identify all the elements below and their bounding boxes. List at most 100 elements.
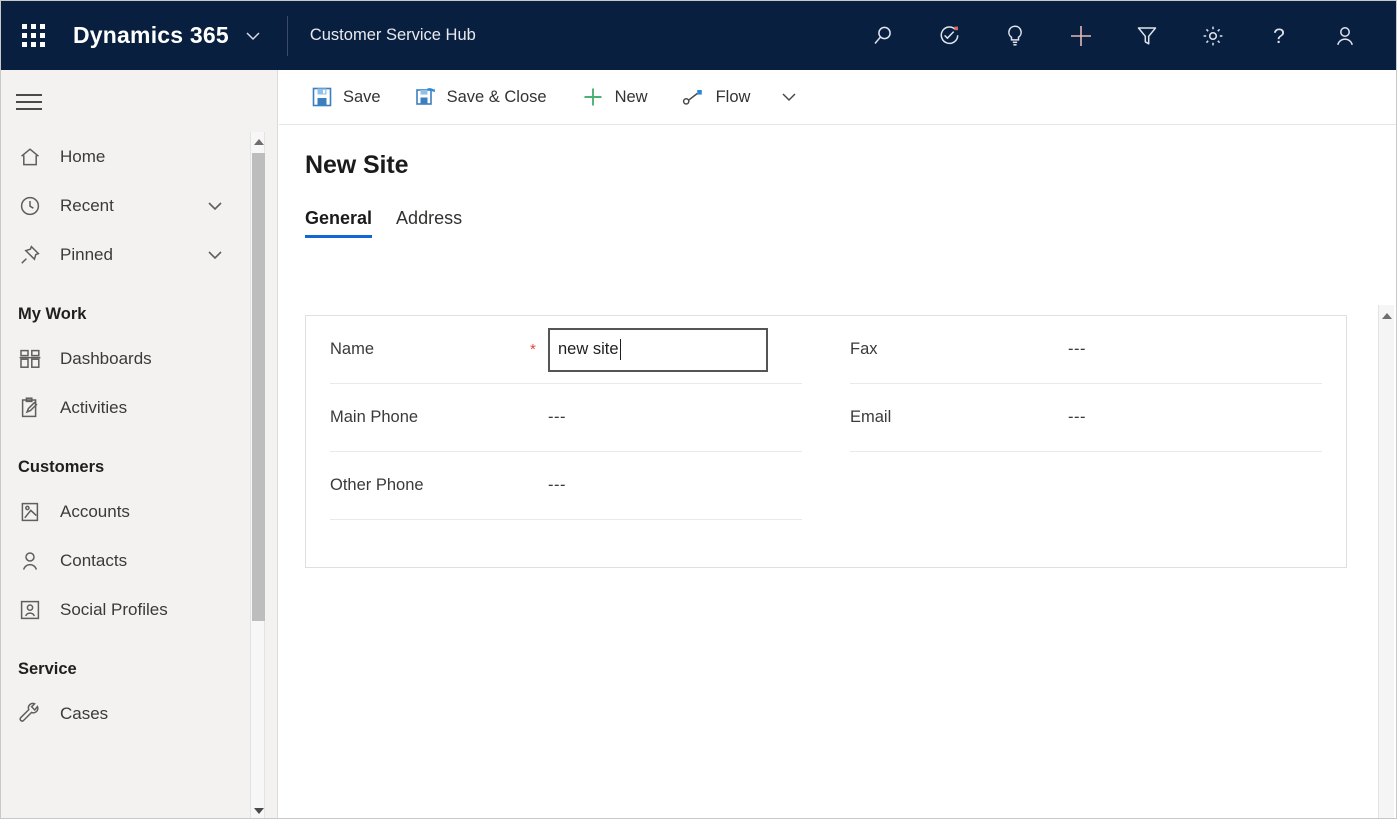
sidebar: Home Recent PinnedMy Work Dashboards Activit… bbox=[1, 70, 278, 819]
tab-address[interactable]: Address bbox=[396, 208, 462, 238]
flow-icon bbox=[682, 86, 706, 108]
pin-icon bbox=[18, 243, 48, 267]
form-area: New Site General Address Name* new site Mai… bbox=[279, 125, 1397, 819]
dynamics-365-window: Dynamics 365 Customer Service Hub bbox=[0, 0, 1397, 819]
field-label: Name bbox=[330, 340, 530, 359]
form-column-left: Name* new site Main Phone --- Other Phone --- bbox=[306, 316, 826, 567]
field-input-value: new site bbox=[558, 340, 619, 359]
plus-icon bbox=[1066, 21, 1096, 51]
help-icon-button[interactable]: ? bbox=[1246, 1, 1312, 70]
save-icon bbox=[311, 86, 333, 108]
settings-gear-icon-button[interactable] bbox=[1180, 1, 1246, 70]
sidebar-item-label: Recent bbox=[48, 196, 114, 216]
help-icon: ? bbox=[1266, 23, 1292, 49]
assistant-icon-button[interactable] bbox=[916, 1, 982, 70]
sidebar-group-customers: Customers bbox=[1, 432, 254, 487]
sidebar-group-service: Service bbox=[1, 634, 254, 689]
chevron-down-icon[interactable] bbox=[204, 244, 226, 266]
form-column-right: Fax --- Email --- bbox=[826, 316, 1346, 567]
command-overflow-chevron-down-icon[interactable] bbox=[772, 76, 806, 118]
triangle-up-icon bbox=[254, 139, 264, 145]
field-value[interactable]: --- bbox=[1068, 408, 1086, 427]
save-close-icon bbox=[415, 86, 437, 108]
sidebar-scroll-up-button[interactable] bbox=[251, 134, 266, 149]
form-field-name: Name* new site bbox=[330, 316, 802, 384]
sidebar-item-label: Cases bbox=[48, 704, 108, 724]
navbar-icon-group: ? bbox=[850, 1, 1397, 70]
field-input[interactable]: new site bbox=[548, 328, 768, 372]
sidebar-item-label: Activities bbox=[48, 398, 127, 418]
form-scroll-up-button[interactable] bbox=[1379, 308, 1395, 324]
app-name-label[interactable]: Customer Service Hub bbox=[310, 26, 476, 45]
sidebar-item-label: Home bbox=[48, 147, 105, 167]
lightbulb-icon-button[interactable] bbox=[982, 1, 1048, 70]
search-icon bbox=[870, 23, 896, 49]
sitemap-hamburger-button[interactable] bbox=[1, 74, 57, 130]
sidebar-item-contacts[interactable]: Contacts bbox=[1, 536, 254, 585]
dashboard-icon bbox=[18, 347, 48, 371]
gear-icon bbox=[1200, 23, 1226, 49]
lightbulb-icon bbox=[1002, 23, 1028, 49]
quick-create-plus-icon-button[interactable] bbox=[1048, 1, 1114, 70]
person-icon bbox=[18, 549, 48, 573]
page-title: New Site bbox=[279, 125, 1397, 180]
required-asterisk: * bbox=[530, 341, 548, 358]
brand-chevron-down-icon[interactable] bbox=[243, 26, 263, 46]
form-tab-list: General Address bbox=[279, 180, 1397, 238]
text-cursor bbox=[620, 339, 622, 360]
sidebar-item-social-profiles[interactable]: Social Profiles bbox=[1, 585, 254, 634]
field-value[interactable]: --- bbox=[548, 408, 566, 427]
sidebar-item-label: Dashboards bbox=[48, 349, 152, 369]
tab-general[interactable]: General bbox=[305, 208, 372, 238]
field-value[interactable]: --- bbox=[548, 476, 566, 495]
chevron-down-icon[interactable] bbox=[204, 195, 226, 217]
brand-title[interactable]: Dynamics 365 bbox=[65, 22, 229, 49]
field-label: Fax bbox=[850, 340, 1050, 359]
user-profile-icon-button[interactable] bbox=[1312, 1, 1378, 70]
sidebar-scrollbar[interactable] bbox=[250, 132, 265, 819]
wrench-icon bbox=[18, 702, 48, 726]
form-section-card: Name* new site Main Phone --- Other Phone ---… bbox=[305, 315, 1347, 568]
filter-icon-button[interactable] bbox=[1114, 1, 1180, 70]
form-scrollbar[interactable] bbox=[1378, 305, 1394, 819]
hamburger-icon bbox=[16, 89, 42, 114]
clock-icon bbox=[18, 194, 48, 218]
command-bar: Save Save & Close bbox=[279, 70, 1397, 125]
save-and-close-button[interactable]: Save & Close bbox=[403, 76, 559, 118]
plus-icon bbox=[581, 85, 605, 109]
field-label: Email bbox=[850, 408, 1050, 427]
sidebar-item-dashboards[interactable]: Dashboards bbox=[1, 334, 254, 383]
triangle-down-icon bbox=[254, 808, 264, 814]
new-label: New bbox=[615, 88, 648, 107]
new-button[interactable]: New bbox=[569, 76, 660, 118]
top-navbar: Dynamics 365 Customer Service Hub bbox=[1, 1, 1397, 70]
form-field-main-phone: Main Phone --- bbox=[330, 384, 802, 452]
field-label: Main Phone bbox=[330, 408, 530, 427]
sidebar-item-cases[interactable]: Cases bbox=[1, 689, 254, 738]
sidebar-scroll-thumb[interactable] bbox=[252, 153, 265, 621]
search-icon-button[interactable] bbox=[850, 1, 916, 70]
sidebar-item-pinned[interactable]: Pinned bbox=[1, 230, 254, 279]
sidebar-scroll-down-button[interactable] bbox=[251, 803, 266, 818]
sidebar-item-home[interactable]: Home bbox=[1, 132, 254, 181]
navbar-divider bbox=[287, 16, 288, 56]
sidebar-item-label: Contacts bbox=[48, 551, 127, 571]
save-label: Save bbox=[343, 88, 381, 107]
user-icon bbox=[1332, 23, 1358, 49]
waffle-grid-icon bbox=[22, 24, 45, 47]
flow-button[interactable]: Flow bbox=[670, 76, 763, 118]
sidebar-nav-list: Home Recent PinnedMy Work Dashboards Activit… bbox=[1, 132, 254, 819]
flow-label: Flow bbox=[716, 88, 751, 107]
svg-text:?: ? bbox=[1273, 25, 1285, 48]
app-launcher-button[interactable] bbox=[1, 1, 65, 70]
field-label: Other Phone bbox=[330, 476, 530, 495]
sidebar-item-recent[interactable]: Recent bbox=[1, 181, 254, 230]
field-value[interactable]: --- bbox=[1068, 340, 1086, 359]
sidebar-item-accounts[interactable]: Accounts bbox=[1, 487, 254, 536]
form-field-email: Email --- bbox=[850, 384, 1322, 452]
social-icon bbox=[18, 598, 48, 622]
sidebar-item-activities[interactable]: Activities bbox=[1, 383, 254, 432]
form-field-fax: Fax --- bbox=[850, 316, 1322, 384]
sidebar-group-my-work: My Work bbox=[1, 279, 254, 334]
save-button[interactable]: Save bbox=[299, 76, 393, 118]
